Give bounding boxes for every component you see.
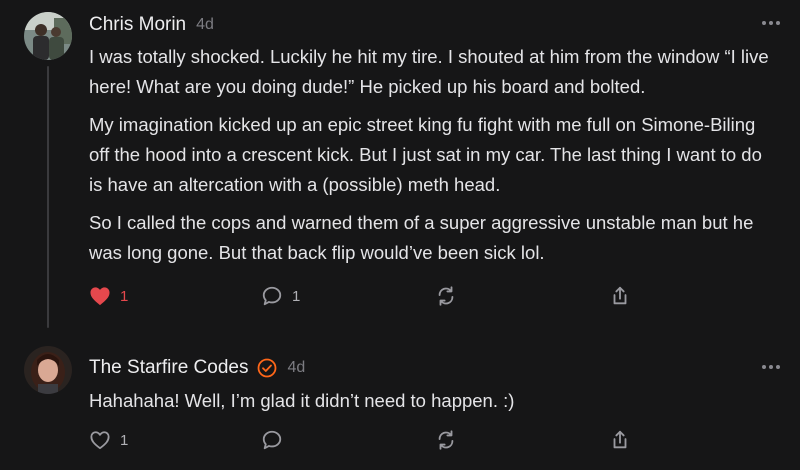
like-button[interactable]: 1 — [89, 427, 128, 453]
restack-button[interactable] — [435, 427, 457, 453]
comment: The Starfire Codes 4d Hahahaha! Well, I’… — [0, 330, 800, 470]
comment-body: Hahahaha! Well, I’m glad it didn’t need … — [89, 386, 779, 424]
share-icon — [613, 286, 627, 305]
comment-actions: 1 — [89, 427, 789, 453]
comment-paragraph: I was totally shocked. Luckily he hit my… — [89, 46, 769, 97]
verified-badge-icon — [257, 358, 277, 378]
heart-icon — [90, 287, 110, 306]
share-button[interactable] — [609, 283, 631, 309]
share-button[interactable] — [609, 427, 631, 453]
like-button[interactable]: 1 — [89, 283, 128, 309]
restack-button[interactable] — [435, 283, 457, 309]
timestamp[interactable]: 4d — [287, 359, 305, 377]
more-dots-icon[interactable] — [762, 18, 780, 28]
comment-header: The Starfire Codes 4d — [89, 357, 305, 379]
like-count: 1 — [120, 287, 129, 305]
comment-paragraph: So I called the cops and warned them of … — [89, 212, 754, 263]
comment-paragraph: Hahahaha! Well, I’m glad it didn’t need … — [89, 390, 515, 411]
speech-bubble-icon — [262, 286, 282, 306]
avatar[interactable] — [24, 12, 72, 60]
author-name[interactable]: Chris Morin — [89, 14, 186, 36]
restack-icon — [438, 430, 454, 450]
reply-button[interactable]: 1 — [261, 283, 300, 309]
restack-icon — [438, 286, 454, 306]
timestamp[interactable]: 4d — [196, 16, 214, 34]
share-icon — [613, 430, 627, 449]
speech-bubble-icon — [262, 430, 282, 450]
more-dots-icon[interactable] — [762, 362, 780, 372]
comment-paragraph: My imagination kicked up an epic street … — [89, 114, 762, 195]
comment-actions: 1 1 — [89, 283, 789, 309]
thread-line — [47, 66, 49, 328]
comment: Chris Morin 4d I was totally shocked. Lu… — [0, 0, 800, 330]
reply-count: 1 — [292, 287, 301, 305]
avatar[interactable] — [24, 346, 72, 394]
author-name[interactable]: The Starfire Codes — [89, 357, 248, 379]
comment-header: Chris Morin 4d — [89, 14, 214, 36]
heart-icon — [90, 431, 110, 450]
like-count: 1 — [120, 431, 129, 449]
comment-body: I was totally shocked. Luckily he hit my… — [89, 42, 779, 276]
reply-button[interactable] — [261, 427, 283, 453]
